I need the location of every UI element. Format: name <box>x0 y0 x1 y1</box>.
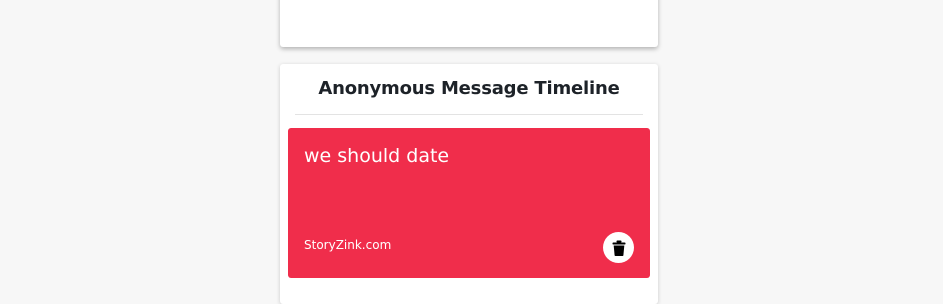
delete-message-button[interactable] <box>603 232 634 263</box>
message-source: StoryZink.com <box>304 238 392 252</box>
title-divider <box>295 114 643 115</box>
previous-card <box>280 0 658 47</box>
message-text: we should date <box>304 145 450 167</box>
trash-icon <box>612 240 626 256</box>
message-timeline-card: Anonymous Message Timeline we should dat… <box>280 64 658 304</box>
message-card: we should date StoryZink.com <box>288 128 650 278</box>
timeline-title: Anonymous Message Timeline <box>318 78 620 99</box>
